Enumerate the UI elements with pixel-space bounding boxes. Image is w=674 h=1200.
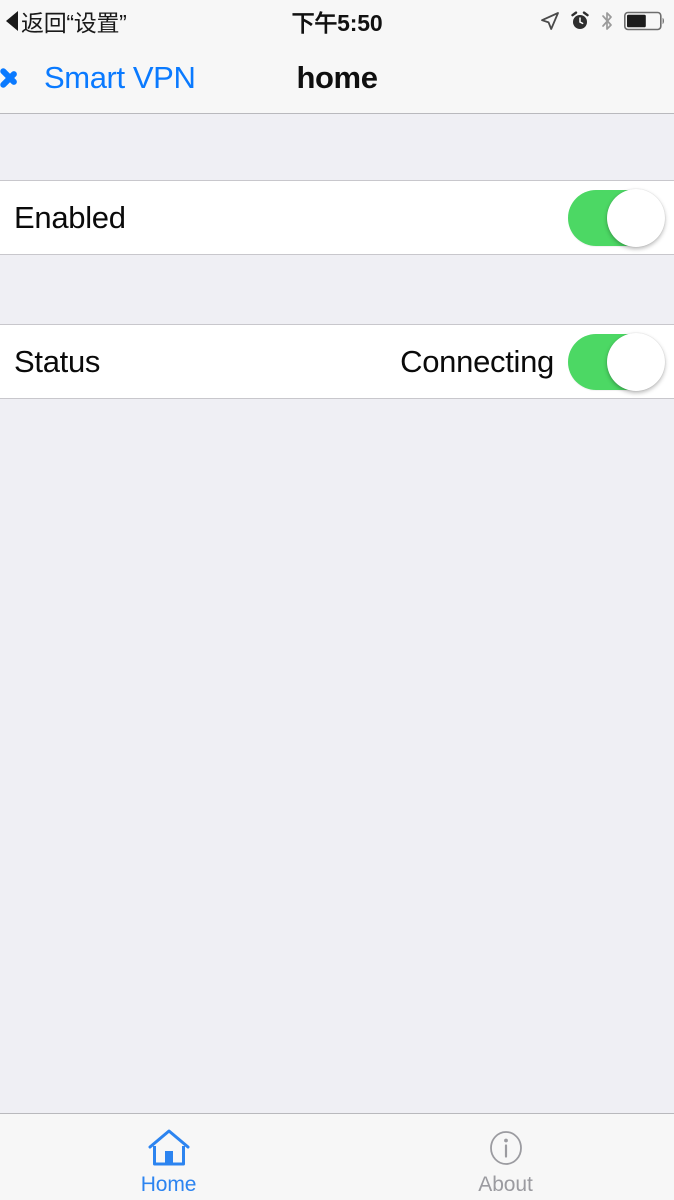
alarm-clock-icon (570, 11, 590, 31)
battery-icon (624, 11, 666, 31)
table-section-gap-top (0, 115, 674, 180)
toggle-knob (607, 332, 665, 391)
status-bar: 返回“设置” 下午5:50 (0, 0, 674, 42)
table-section-gap-middle (0, 255, 674, 324)
tab-bar: Home About (0, 1113, 674, 1200)
navigation-bar: Smart VPN home (0, 42, 674, 114)
info-circle-icon (484, 1126, 528, 1170)
tab-home[interactable]: Home (0, 1114, 337, 1200)
tab-about[interactable]: About (337, 1114, 674, 1200)
bluetooth-icon (599, 10, 615, 32)
row-accessory-status: Connecting (400, 332, 665, 391)
row-label-status: Status (14, 343, 101, 379)
status-bar-icons (539, 10, 666, 32)
row-label-enabled: Enabled (14, 199, 126, 235)
status-value-text: Connecting (400, 343, 554, 379)
table-row-enabled[interactable]: Enabled (0, 180, 674, 255)
table-row-status[interactable]: Status Connecting (0, 324, 674, 399)
page-title: home (296, 59, 378, 95)
app-screen: 返回“设置” 下午5:50 Smart VPN home Enabled Sta… (0, 0, 674, 1200)
home-icon (146, 1126, 192, 1170)
location-arrow-icon (539, 10, 561, 32)
tab-home-label: Home (140, 1172, 197, 1196)
toggle-knob (607, 188, 665, 247)
row-accessory-enabled (568, 188, 665, 247)
enabled-toggle-switch[interactable] (568, 188, 665, 247)
tab-about-label: About (478, 1172, 533, 1196)
settings-table: Enabled Status Connecting (0, 115, 674, 1113)
status-toggle-switch[interactable] (568, 332, 665, 391)
